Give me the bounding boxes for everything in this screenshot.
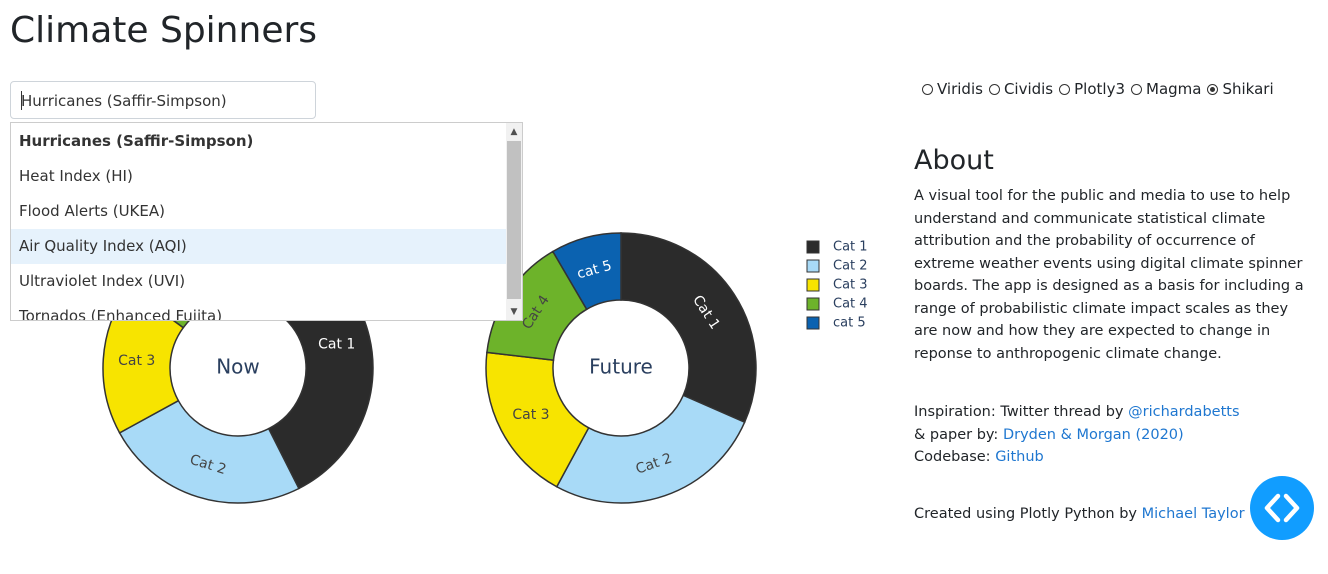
slice-label: Cat 1 [318, 336, 355, 352]
radio-icon[interactable] [1131, 83, 1142, 95]
donut-slice[interactable] [620, 232, 757, 424]
code-icon [1264, 493, 1300, 523]
legend-label[interactable]: Cat 1 [833, 240, 868, 255]
dropdown-option[interactable]: Tornados (Enhanced Fujita) [11, 299, 508, 320]
radio-label: Magma [1146, 80, 1202, 98]
slice-label: Cat 3 [118, 353, 155, 369]
view-source-button[interactable] [1250, 476, 1314, 540]
scroll-up-icon[interactable]: ▲ [509, 125, 519, 139]
donut-center-label: Future [589, 355, 653, 379]
legend-swatch[interactable] [806, 259, 820, 273]
legend-swatch[interactable] [806, 278, 820, 292]
radio-magma[interactable]: Magma [1131, 80, 1201, 98]
created-label: Created using Plotly Python by [914, 506, 1142, 522]
radio-label: Shikari [1222, 80, 1274, 98]
dropdown-option[interactable]: Air Quality Index (AQI) [11, 229, 508, 264]
legend-swatch[interactable] [806, 297, 820, 311]
created-by: Created using Plotly Python by Michael T… [914, 506, 1245, 522]
paper-label: & paper by: [914, 426, 1003, 443]
dropdown-option[interactable]: Hurricanes (Saffir-Simpson) [11, 124, 508, 159]
dropdown-option[interactable]: Flood Alerts (UKEA) [11, 194, 508, 229]
radio-cividis[interactable]: Cividis [988, 80, 1054, 98]
legend-swatch[interactable] [806, 240, 820, 254]
radio-label: Cividis [1003, 80, 1054, 98]
twitter-link[interactable]: @richardabetts [1128, 404, 1239, 420]
radio-icon[interactable] [1059, 83, 1071, 95]
legend-label[interactable]: Cat 2 [833, 259, 868, 274]
radio-plotly3[interactable]: Plotly3 [1059, 80, 1125, 98]
radio-checked-icon[interactable] [1207, 83, 1219, 95]
scroll-down-icon[interactable]: ▼ [509, 305, 519, 319]
about-text: A visual tool for the public and media t… [914, 188, 1304, 362]
legend-label[interactable]: cat 5 [833, 316, 866, 331]
legend-label[interactable]: Cat 3 [833, 278, 868, 293]
radio-viridis[interactable]: Viridis [922, 80, 983, 98]
radio-label: Plotly3 [1074, 80, 1125, 98]
donut-slice[interactable] [555, 394, 746, 504]
scrollbar-thumb[interactable] [507, 141, 521, 299]
dropdown-scrollbar[interactable]: ▲ ▼ [506, 123, 522, 320]
github-link[interactable]: Github [995, 449, 1044, 465]
credits: Inspiration: Twitter thread by @richarda… [914, 401, 1240, 469]
slice-label: Cat 3 [512, 407, 549, 423]
scale-dropdown-menu[interactable]: Hurricanes (Saffir-Simpson) Heat Index (… [10, 122, 523, 321]
legend-swatch[interactable] [806, 316, 820, 330]
inspiration-label: Inspiration: Twitter thread by [914, 404, 1129, 420]
codebase-label: Codebase: [914, 449, 996, 465]
legend-label[interactable]: Cat 4 [833, 297, 868, 312]
radio-icon[interactable] [988, 83, 1000, 95]
dropdown-option[interactable]: Ultraviolet Index (UVI) [11, 264, 508, 299]
paper-link[interactable]: Dryden & Morgan (2020) [1003, 427, 1184, 443]
radio-label: Viridis [937, 80, 983, 98]
radio-icon[interactable] [922, 83, 933, 95]
donut-center-label: Now [216, 355, 260, 379]
radio-shikari[interactable]: Shikari [1207, 80, 1274, 98]
dropdown-option[interactable]: Heat Index (HI) [11, 159, 508, 194]
about-heading: About [914, 145, 994, 176]
author-link[interactable]: Michael Taylor [1142, 506, 1245, 522]
colorscale-radio-group: Viridis Cividis Plotly3 Magma Shikari [922, 80, 1274, 98]
